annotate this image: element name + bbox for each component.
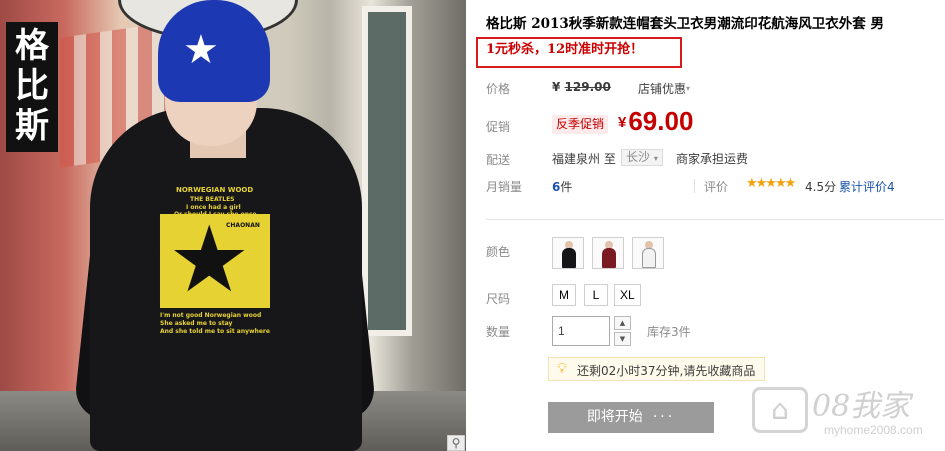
size-option-xl[interactable]: XL: [614, 284, 641, 306]
ellipsis-icon: ···: [652, 409, 676, 425]
countdown-text: 还剩02小时37分钟,请先收藏商品: [577, 364, 756, 378]
price-label: 价格: [486, 82, 511, 96]
sale-price-block: [480, 106, 945, 140]
print-line: And she told me to sit anywhere: [160, 328, 270, 335]
beanie-star-icon: ★: [183, 27, 219, 73]
size-option-l[interactable]: L: [584, 284, 608, 306]
brand-tag: 格比斯: [6, 22, 58, 152]
swatch-garment: [562, 248, 576, 268]
currency-symbol: ¥: [618, 114, 627, 131]
ship-to-word: 至: [603, 152, 616, 166]
currency-symbol: ¥: [552, 80, 561, 94]
size-label: 尺码: [486, 292, 511, 306]
promo-text: 1元秒杀，12时准时开抢！: [486, 42, 644, 57]
rating-stars-icon: ★★★★★: [746, 176, 796, 191]
shop-discount-label: 店铺优惠: [638, 82, 687, 96]
quantity-increase-button[interactable]: ▲: [614, 316, 631, 330]
watermark-url: myhome2008.com: [824, 423, 923, 437]
ship-from: 福建泉州 至: [552, 150, 616, 167]
coming-soon-label: 即将开始: [586, 409, 643, 425]
print-line: THE BEATLES: [190, 196, 235, 203]
watermark-brand: 08我家: [812, 389, 911, 424]
original-price: ¥ 129.00: [552, 80, 611, 94]
monthly-sales-label: 月销量: [486, 180, 523, 194]
quantity-input[interactable]: 1: [552, 316, 610, 346]
monthly-sales: 6件: [552, 178, 572, 195]
swatch-garment: [642, 248, 656, 268]
print-line: I'm not good Norwegian wood: [160, 312, 262, 319]
quantity-label: 数量: [486, 325, 511, 339]
print-line: She asked me to stay: [160, 320, 233, 327]
color-label: 颜色: [486, 245, 511, 259]
color-swatch-black[interactable]: [552, 237, 584, 269]
ship-to-city: 长沙: [626, 150, 651, 164]
sale-price-value: 69.00: [628, 106, 694, 136]
original-price-value: 129.00: [564, 80, 611, 94]
ship-to-dropdown[interactable]: 长沙 ▾: [621, 149, 663, 166]
monthly-sales-unit: 件: [560, 180, 573, 194]
rating-score: 4.5分: [805, 180, 837, 194]
sale-badge: 反季促销: [552, 115, 609, 134]
print-line: I once had a girl: [186, 204, 241, 211]
countdown-tip: 💡︎ 还剩02小时37分钟,请先收藏商品: [548, 357, 765, 381]
section-divider: [486, 219, 944, 220]
background-window: [362, 6, 412, 336]
house-logo-icon: ⌂: [752, 387, 808, 433]
coming-soon-button[interactable]: 即将开始 ···: [548, 402, 714, 433]
chevron-down-icon: ▾: [686, 84, 691, 93]
ship-fee: 商家承担运费: [676, 152, 749, 166]
stock-count: 库存3件: [647, 325, 691, 339]
magnifier-icon[interactable]: ⚲: [447, 435, 465, 451]
lightbulb-icon: 💡︎: [557, 361, 567, 377]
divider: [694, 179, 695, 193]
sale-label: 促销: [486, 120, 511, 134]
color-swatch-white[interactable]: [632, 237, 664, 269]
rating-label: 评价: [704, 180, 729, 194]
print-line: Or should I say she once: [174, 211, 257, 218]
review-count-link[interactable]: 累计评价4: [839, 178, 895, 195]
swatch-garment: [602, 248, 616, 268]
quantity-decrease-button[interactable]: ▼: [614, 332, 631, 346]
print-line: NORWEGIAN WOOD: [176, 186, 254, 194]
product-detail-panel: 格比斯 2013秋季新款连帽套头卫衣男潮流印花航海风卫衣外套 男 1元秒杀，12…: [466, 0, 945, 451]
sale-price: ¥69.00: [618, 106, 693, 137]
product-title: 格比斯 2013秋季新款连帽套头卫衣男潮流印花航海风卫衣外套 男: [486, 16, 884, 32]
color-swatch-burgundy[interactable]: [592, 237, 624, 269]
shop-discount-dropdown[interactable]: 店铺优惠▾: [638, 80, 690, 97]
shipping-label: 配送: [486, 153, 511, 167]
product-main-image[interactable]: ★ ★ NORWEGIAN WOOD THE BEATLES I once ha…: [0, 0, 466, 451]
ship-from-city: 福建泉州: [552, 152, 601, 166]
size-option-m[interactable]: M: [552, 284, 576, 306]
site-watermark: ⌂ 08我家 myhome2008.com: [738, 375, 945, 445]
chevron-down-icon: ▾: [653, 154, 658, 163]
print-line: CHAONAN: [226, 222, 260, 229]
